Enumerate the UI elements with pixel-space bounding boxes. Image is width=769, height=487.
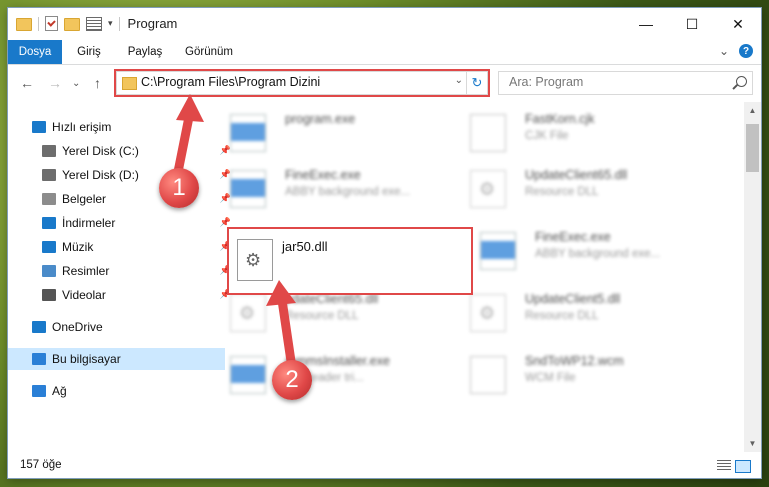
arrow-1-shaft xyxy=(173,107,195,177)
arrow-1-head xyxy=(176,94,204,122)
arrow-2-head xyxy=(266,280,296,306)
arrow-2-shaft xyxy=(277,295,297,373)
step-2-badge: 2 xyxy=(272,360,312,400)
annotation-arrows xyxy=(173,94,297,373)
step-1-badge: 1 xyxy=(159,168,199,208)
